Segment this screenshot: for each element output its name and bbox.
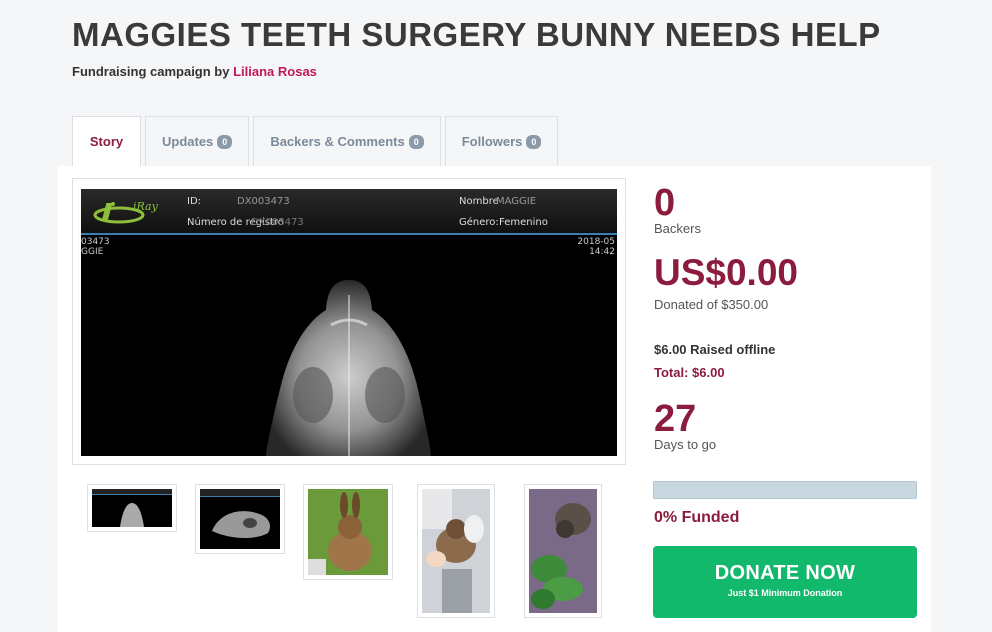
donated-goal-label: Donated of $350.00	[654, 297, 769, 312]
funded-percent-label: 0% Funded	[654, 509, 740, 526]
donate-button-sublabel: Just $1 Minimum Donation	[727, 588, 843, 598]
thumbnail-xray-side	[200, 489, 280, 549]
tab-updates-label: Updates	[162, 134, 214, 149]
thumb-skull-icon	[120, 503, 144, 527]
days-left-count: 27	[654, 398, 697, 440]
xray-right-line2: 14:42	[589, 247, 615, 257]
xray-right-overlay: 2018-05 14:42	[577, 237, 615, 257]
days-left-label: Days to go	[654, 437, 717, 452]
skull-xray-graphic	[266, 280, 431, 456]
xray-left-line1: 03473	[81, 237, 110, 247]
xray-logo-text: iRay	[133, 200, 158, 213]
donate-now-button[interactable]: DONATE NOW Just $1 Minimum Donation	[653, 546, 917, 618]
xray-left-line2: GGIE	[81, 247, 104, 257]
campaign-tabs: Story Updates 0 Backers & Comments 0 Fol…	[72, 116, 559, 166]
thumbnail-1[interactable]	[87, 484, 177, 532]
backers-label: Backers	[654, 221, 701, 236]
thumbnail-3[interactable]	[303, 484, 393, 580]
page-title: MAGGIES TEETH SURGERY BUNNY NEEDS HELP	[72, 16, 881, 53]
thumb-bunny-icon	[308, 489, 388, 575]
tab-backers-comments[interactable]: Backers & Comments 0	[253, 116, 441, 166]
thumb-skull-side-icon	[212, 511, 270, 538]
donate-button-label: DONATE NOW	[714, 562, 856, 584]
donated-amount: US$0.00	[654, 252, 798, 293]
thumbnail-bunny-held	[422, 489, 490, 613]
thumbnail-2[interactable]	[195, 484, 285, 554]
xray-nombre-label: Nombre	[459, 196, 499, 207]
byline-prefix: Fundraising campaign by	[72, 64, 230, 79]
thumb-bunny-held-icon	[422, 489, 490, 613]
thumb-bunny-eating-icon	[529, 489, 597, 613]
thumbnail-xray-top	[92, 489, 172, 527]
offline-raised: $6.00 Raised offline	[654, 342, 776, 357]
xray-registro-value: DX003473	[251, 217, 304, 228]
xray-id-label: ID:	[187, 196, 202, 207]
xray-genero-value: Femenino	[499, 217, 548, 228]
thumbnail-bunny-eating	[529, 489, 597, 613]
tab-updates-count: 0	[217, 134, 233, 149]
thumbnail-5[interactable]	[524, 484, 602, 618]
campaign-byline: Fundraising campaign by Liliana Rosas	[72, 64, 317, 79]
tab-followers-label: Followers	[461, 134, 523, 149]
xray-scan: 03473 GGIE 2018-05 14:42	[81, 235, 617, 456]
tab-updates[interactable]: Updates 0	[145, 116, 250, 166]
xray-image: iRay ID: DX003473 Nombre MAGGIE Número d…	[81, 189, 617, 456]
xray-right-line1: 2018-05	[577, 237, 615, 247]
tab-backers-label: Backers & Comments	[270, 134, 405, 149]
tab-backers-count: 0	[408, 134, 424, 149]
thumbnail-4[interactable]	[417, 484, 495, 618]
thumbnail-bunny-photo	[308, 489, 388, 575]
main-campaign-image[interactable]: iRay ID: DX003473 Nombre MAGGIE Número d…	[72, 178, 626, 465]
xray-nombre-value: MAGGIE	[496, 196, 537, 207]
tab-followers[interactable]: Followers 0	[444, 116, 559, 166]
backers-count: 0	[654, 182, 676, 224]
author-link[interactable]: Liliana Rosas	[233, 64, 317, 79]
total-raised: Total: $6.00	[654, 365, 725, 380]
tab-followers-count: 0	[526, 134, 542, 149]
xray-header: iRay ID: DX003473 Nombre MAGGIE Número d…	[81, 189, 617, 235]
tab-story[interactable]: Story	[72, 116, 141, 166]
xray-genero-label: Género:	[459, 217, 499, 228]
xray-id-value: DX003473	[237, 196, 290, 207]
tab-story-label: Story	[89, 134, 124, 149]
funding-progress-bar	[653, 481, 917, 499]
xray-left-overlay: 03473 GGIE	[81, 237, 110, 257]
